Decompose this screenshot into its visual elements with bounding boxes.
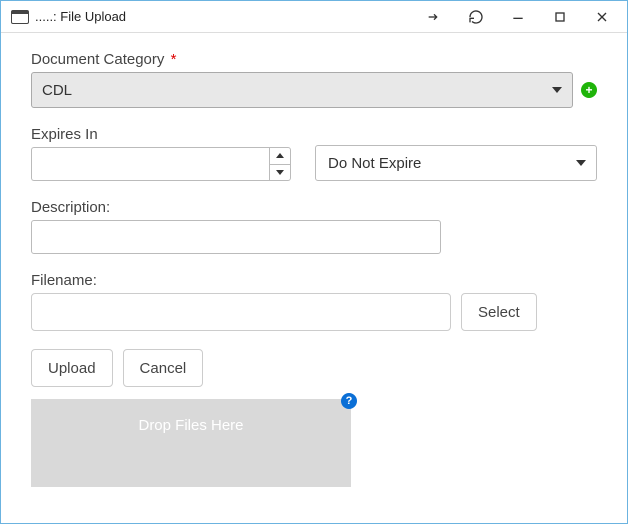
chevron-down-icon	[576, 160, 586, 166]
plus-icon: +	[585, 84, 592, 96]
refresh-icon[interactable]	[455, 2, 497, 32]
maximize-button[interactable]	[539, 2, 581, 32]
document-category-label: Document Category *	[31, 51, 597, 68]
window-icon	[11, 10, 29, 24]
expires-step-up[interactable]	[270, 148, 290, 165]
add-category-button[interactable]: +	[581, 82, 597, 98]
chevron-down-icon	[552, 87, 562, 93]
minimize-button[interactable]	[497, 2, 539, 32]
expires-in-label: Expires In	[31, 126, 291, 143]
select-file-button[interactable]: Select	[461, 293, 537, 331]
upload-button[interactable]: Upload	[31, 349, 113, 387]
dropzone-text: Drop Files Here	[138, 417, 243, 434]
filename-input[interactable]	[31, 293, 451, 331]
description-input[interactable]	[31, 220, 441, 254]
document-category-value: CDL	[42, 82, 72, 99]
cancel-button[interactable]: Cancel	[123, 349, 204, 387]
expires-in-input[interactable]	[31, 147, 269, 181]
chevron-up-icon	[276, 153, 284, 158]
close-button[interactable]	[581, 2, 623, 32]
document-category-select[interactable]: CDL	[31, 72, 573, 108]
description-label: Description:	[31, 199, 597, 216]
window-titlebar: .....: File Upload	[1, 1, 627, 33]
expires-step-down[interactable]	[270, 165, 290, 181]
expires-unit-select[interactable]: Do Not Expire	[315, 145, 597, 181]
expires-unit-value: Do Not Expire	[328, 155, 421, 172]
form-body: Document Category * CDL + Expires In	[1, 33, 627, 523]
chevron-down-icon	[276, 170, 284, 175]
required-mark: *	[171, 51, 177, 68]
help-icon[interactable]: ?	[341, 393, 357, 409]
window-title: .....: File Upload	[35, 9, 126, 24]
document-category-label-text: Document Category	[31, 51, 164, 68]
file-dropzone[interactable]: Drop Files Here ?	[31, 399, 351, 487]
pin-icon[interactable]	[413, 2, 455, 32]
filename-label: Filename:	[31, 272, 597, 289]
